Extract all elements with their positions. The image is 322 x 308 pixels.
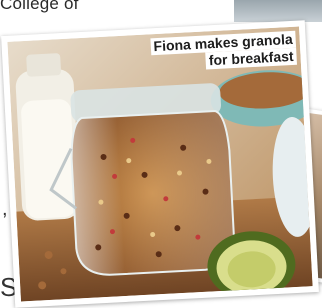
granola-photo: Fiona makes granola for breakfast bbox=[1, 20, 319, 308]
article-body-text: College of bbox=[0, 0, 79, 13]
adjacent-photo-edge bbox=[234, 0, 322, 22]
article-text-fragment: , bbox=[2, 198, 8, 220]
